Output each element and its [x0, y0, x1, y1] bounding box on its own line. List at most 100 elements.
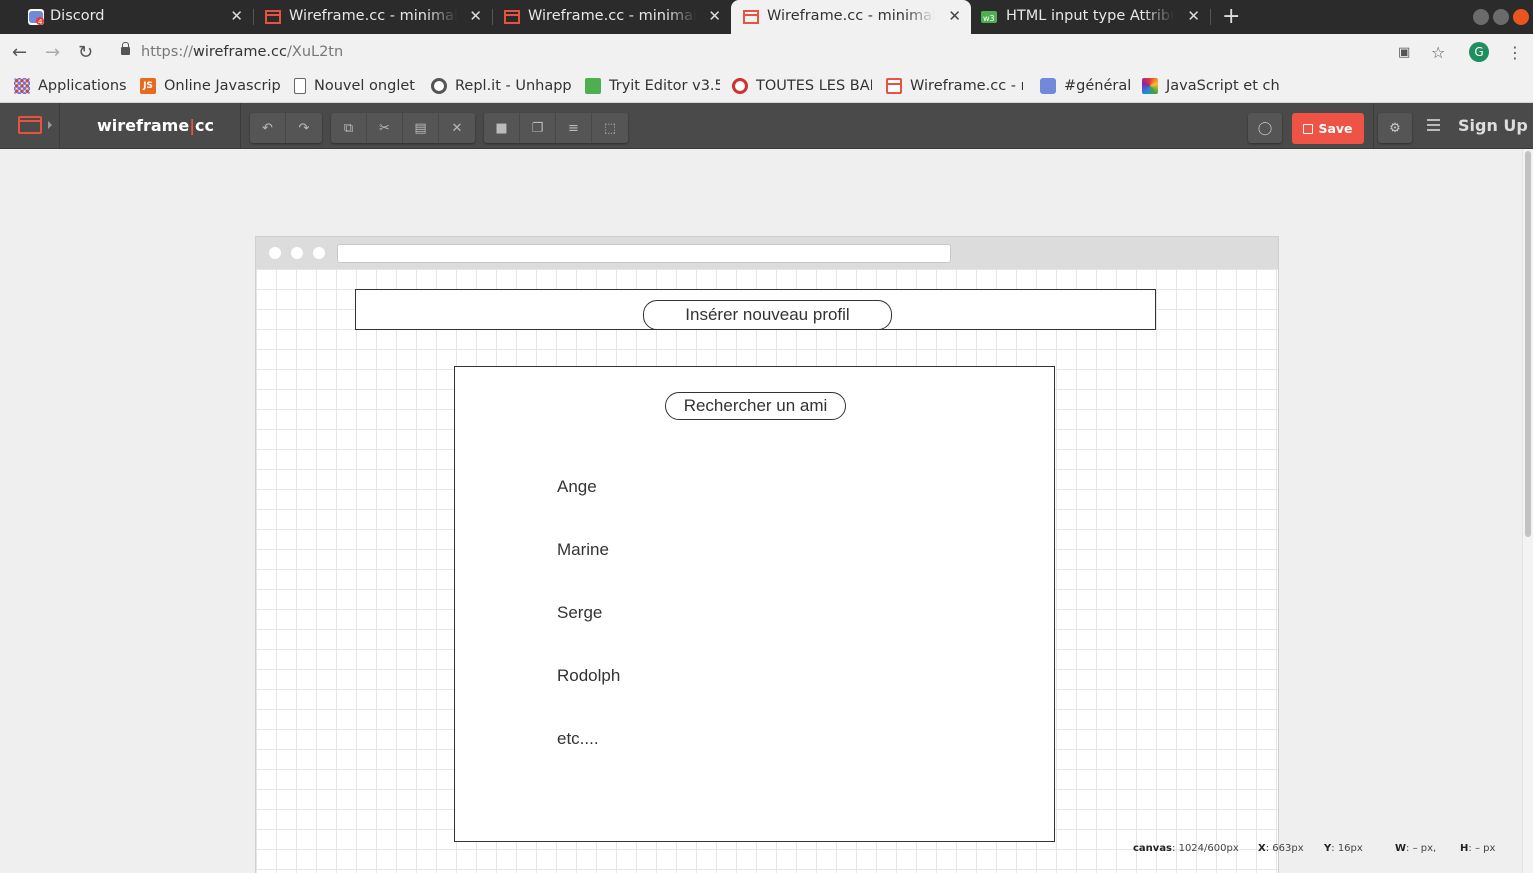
- lock-icon[interactable]: [121, 42, 130, 55]
- floppy-disk-icon: [1303, 123, 1314, 134]
- bookmark-nouvel-onglet[interactable]: Nouvel onglet: [294, 76, 419, 96]
- close-tab-icon[interactable]: ✕: [469, 7, 482, 25]
- bookmark-applications[interactable]: Applications: [14, 76, 129, 96]
- frame-dot-icon: [313, 247, 325, 259]
- save-label: Save: [1318, 121, 1353, 136]
- wireframe-icon: [886, 78, 902, 94]
- scissors-icon: ✂: [379, 120, 390, 136]
- address-bar[interactable]: https://wireframe.cc/XuL2tn: [141, 44, 343, 60]
- bookmark-label: Tryit Editor v3.5: [609, 78, 720, 94]
- status-label: H: [1460, 843, 1469, 854]
- bookmark-label: Repl.it - Unhappy: [455, 78, 571, 94]
- tab-title: HTML input type Attribute: [1006, 8, 1174, 24]
- wireframe-friends-panel[interactable]: [454, 366, 1055, 842]
- layers-icon: ❐: [531, 120, 544, 136]
- w-readout: W: – px,: [1395, 843, 1437, 854]
- comment-button[interactable]: ◯: [1248, 113, 1282, 143]
- wireframe-search-friend-button[interactable]: Rechercher un ami: [665, 392, 846, 420]
- scrollbar-thumb[interactable]: [1525, 151, 1531, 537]
- svg-text:w3: w3: [983, 14, 995, 23]
- frame-dot-icon: [269, 247, 281, 259]
- frame-dot-icon: [291, 247, 303, 259]
- vertical-scrollbar[interactable]: [1522, 149, 1533, 873]
- bookmark-label: #général: [1064, 78, 1132, 94]
- y-readout: Y: 16px: [1324, 843, 1363, 854]
- translate-icon[interactable]: ▣: [1398, 45, 1410, 60]
- tab-wireframe-active[interactable]: Wireframe.cc - minimal wireframing tool …: [731, 0, 971, 34]
- wireframe-logo-icon: [18, 116, 42, 134]
- replit-icon: [431, 78, 447, 94]
- undo-icon: ↶: [262, 120, 273, 136]
- app-toolbar: wireframe|cc ↶ ↷ ⧉ ✂ ▤ ✕ ■ ❐ ≡ ⬚ ◯ Save …: [0, 103, 1533, 149]
- bookmark-label: TOUTES LES BALISES: [756, 78, 872, 94]
- bookmark-label: Online Javascript: [164, 78, 280, 94]
- align-button[interactable]: ≡: [556, 113, 592, 143]
- close-tab-icon[interactable]: ✕: [1187, 7, 1200, 25]
- brand-text: cc: [195, 116, 214, 135]
- redo-button[interactable]: ↷: [286, 113, 322, 143]
- sign-up-link[interactable]: Sign Up: [1458, 116, 1528, 135]
- history-button-group: ↶ ↷: [250, 113, 322, 143]
- brand-logo[interactable]: wireframe|cc: [97, 116, 214, 135]
- reload-icon[interactable]: ↻: [78, 42, 93, 63]
- bookmark-label: Wireframe.cc - m: [910, 78, 1023, 94]
- lock-icon: ■: [495, 120, 508, 136]
- delete-button[interactable]: ✕: [439, 113, 475, 143]
- apps-grid-icon: [14, 78, 30, 94]
- maximize-window-button[interactable]: [1493, 9, 1509, 25]
- frame-url-bar: [337, 244, 951, 263]
- group-button[interactable]: ⬚: [592, 113, 628, 143]
- close-tab-icon[interactable]: ✕: [948, 7, 961, 25]
- cut-button[interactable]: ✂: [367, 113, 403, 143]
- caret-right-icon: [48, 121, 52, 129]
- bookmark-general[interactable]: #général: [1040, 76, 1135, 96]
- status-value: 1024/600px: [1178, 843, 1239, 854]
- bookmark-javascript[interactable]: JavaScript et cha: [1142, 76, 1280, 96]
- avatar[interactable]: G: [1469, 42, 1489, 62]
- paste-button[interactable]: ▤: [403, 113, 439, 143]
- wireframe-friend-item[interactable]: Serge: [557, 603, 602, 623]
- status-value: 16px: [1337, 843, 1363, 854]
- minimize-window-button[interactable]: [1473, 9, 1489, 25]
- app-menu-button[interactable]: [0, 103, 60, 149]
- wireframe-friend-item[interactable]: Marine: [557, 540, 609, 560]
- status-label: Y: [1324, 843, 1332, 854]
- lock-button[interactable]: ■: [484, 113, 520, 143]
- colorful-icon: [1142, 78, 1158, 94]
- tab-html-input[interactable]: w3 HTML input type Attribute ✕: [971, 0, 1210, 34]
- bookmark-tryit[interactable]: Tryit Editor v3.5: [585, 76, 720, 96]
- tab-wireframe-2[interactable]: Wireframe.cc - minimal wireframing tool …: [492, 0, 731, 34]
- wireframe-friend-item[interactable]: Rodolph: [557, 666, 620, 686]
- bookmark-wireframe[interactable]: Wireframe.cc - m: [886, 76, 1023, 96]
- undo-button[interactable]: ↶: [250, 113, 286, 143]
- wireframe-friend-item[interactable]: etc....: [557, 729, 599, 749]
- tab-wireframe-1[interactable]: Wireframe.cc - minimal wireframing tool …: [253, 0, 492, 34]
- arrange-button-group: ■ ❐ ≡ ⬚: [484, 113, 628, 143]
- back-arrow-icon[interactable]: ←: [12, 42, 27, 63]
- page-icon: [294, 78, 306, 94]
- tab-title: Wireframe.cc - minimal wireframing tool: [528, 8, 696, 24]
- settings-button[interactable]: ⚙: [1378, 113, 1412, 143]
- bookmark-star-icon[interactable]: ☆: [1431, 43, 1445, 62]
- forward-arrow-icon[interactable]: →: [45, 42, 60, 63]
- duplicate-icon: ⧉: [343, 120, 354, 136]
- select-area-icon: ⬚: [603, 120, 617, 136]
- close-tab-icon[interactable]: ✕: [230, 7, 243, 25]
- bookmark-online-javascript[interactable]: JS Online Javascript: [140, 76, 280, 96]
- bookmark-toutes-les-balises[interactable]: TOUTES LES BALISES: [732, 76, 872, 96]
- bring-front-button[interactable]: ❐: [520, 113, 556, 143]
- kebab-menu-icon[interactable]: ⋮: [1507, 43, 1523, 62]
- close-tab-icon[interactable]: ✕: [708, 7, 721, 25]
- close-window-button[interactable]: [1513, 9, 1529, 25]
- bookmark-replit[interactable]: Repl.it - Unhappy: [431, 76, 571, 96]
- wireframe-friend-item[interactable]: Ange: [557, 477, 597, 497]
- hamburger-menu-icon[interactable]: [1427, 119, 1440, 131]
- status-value: – px: [1474, 843, 1496, 854]
- status-label: W: [1395, 843, 1407, 854]
- duplicate-button[interactable]: ⧉: [331, 113, 367, 143]
- align-left-icon: ≡: [568, 120, 579, 136]
- new-tab-button[interactable]: +: [1222, 4, 1240, 29]
- save-button[interactable]: Save: [1292, 113, 1364, 144]
- wireframe-insert-profile-button[interactable]: Insérer nouveau profil: [643, 300, 892, 330]
- tab-discord[interactable]: 4 Discord ✕: [0, 0, 253, 34]
